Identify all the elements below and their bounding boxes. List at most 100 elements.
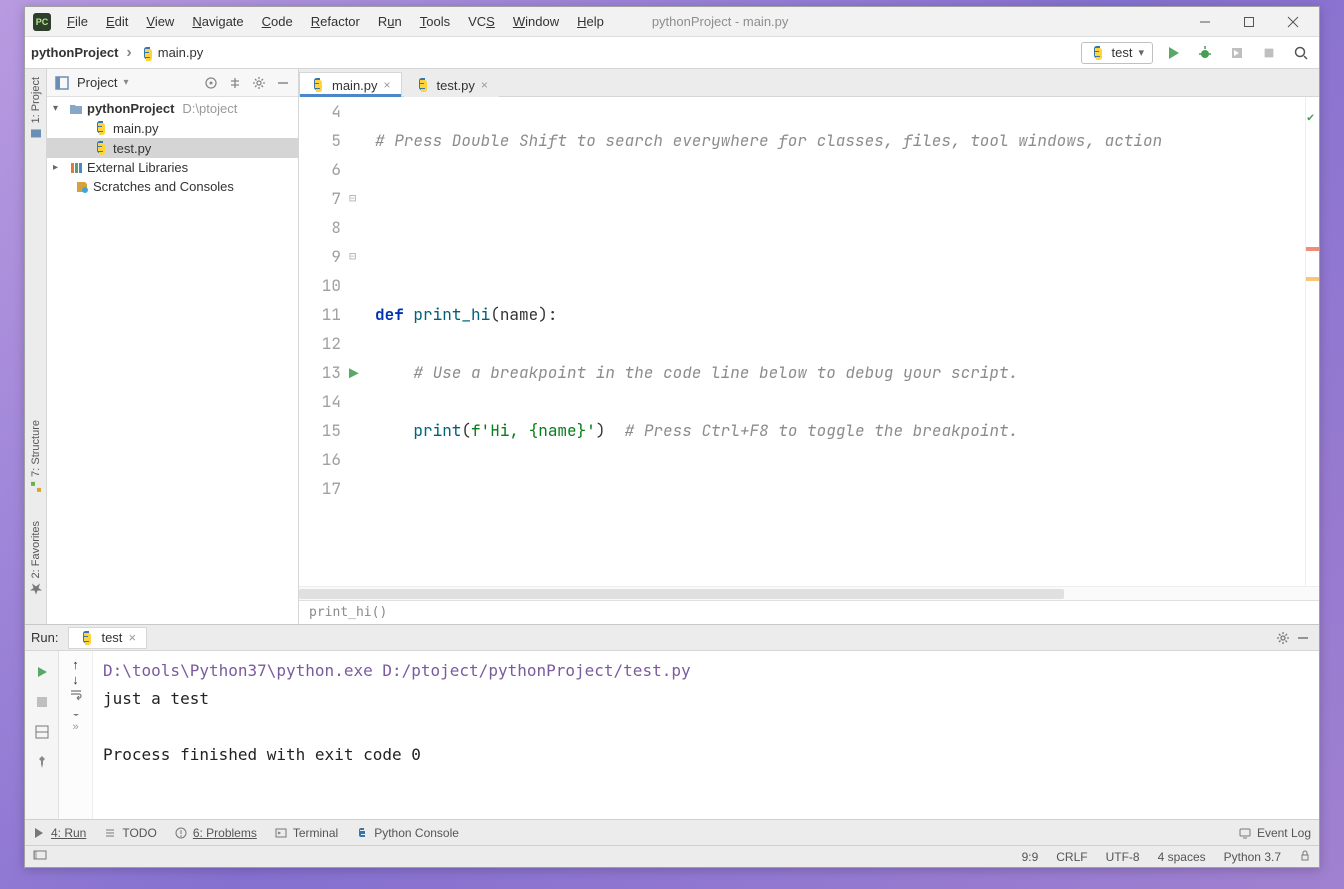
structure-rail-icon xyxy=(30,481,42,493)
select-opened-file-icon[interactable] xyxy=(202,74,220,92)
scroll-to-end-icon[interactable] xyxy=(69,704,83,721)
debug-button[interactable] xyxy=(1193,41,1217,65)
warning-stripe[interactable] xyxy=(1306,277,1319,281)
menu-refactor[interactable]: Refactor xyxy=(303,10,368,33)
run-label: Run: xyxy=(31,630,58,645)
run-output[interactable]: D:\tools\Python37\python.exe D:/ptoject/… xyxy=(93,651,1319,819)
editor-tab-main[interactable]: main.py × xyxy=(299,72,402,97)
editor-tabs: main.py × test.py × xyxy=(299,69,1319,97)
run-button[interactable] xyxy=(1161,41,1185,65)
run-content: ↑ ↓ » D:\tools\Python37\python.exe D:/pt… xyxy=(25,651,1319,819)
rail-structure[interactable]: 7: Structure xyxy=(28,416,44,497)
tree-project-root[interactable]: ▾ pythonProject D:\ptoject xyxy=(47,99,298,118)
lock-icon[interactable] xyxy=(1299,849,1311,864)
toolstrip-problems[interactable]: 6: Problems xyxy=(175,826,257,840)
settings-gear-icon[interactable] xyxy=(250,74,268,92)
inspections-gutter[interactable]: ✔ xyxy=(1305,97,1319,586)
line-number: 9 xyxy=(299,242,341,271)
menu-tools[interactable]: Tools xyxy=(412,10,458,33)
maximize-button[interactable] xyxy=(1227,8,1271,36)
toolstrip-run[interactable]: 4: Run xyxy=(33,826,86,840)
menu-run[interactable]: Run xyxy=(370,10,410,33)
code-content[interactable]: # Press Double Shift to search everywher… xyxy=(373,97,1305,586)
tree-scratches[interactable]: Scratches and Consoles xyxy=(47,177,298,196)
close-button[interactable] xyxy=(1271,8,1315,36)
rail-favorites[interactable]: 2: Favorites xyxy=(28,517,44,598)
chevron-down-icon: ▾ xyxy=(123,77,128,88)
menu-window[interactable]: Window xyxy=(505,10,567,33)
close-tab-icon[interactable]: × xyxy=(128,630,136,645)
hide-panel-icon[interactable] xyxy=(1293,628,1313,648)
run-gutter-icon[interactable]: ▶ xyxy=(349,359,359,388)
window-title: pythonProject - main.py xyxy=(612,14,1183,29)
tree-file-test[interactable]: test.py xyxy=(47,138,298,158)
editor-breadcrumb[interactable]: print_hi() xyxy=(299,600,1319,624)
project-tree[interactable]: ▾ pythonProject D:\ptoject main.py test.… xyxy=(47,97,298,624)
python-file-icon xyxy=(93,140,109,156)
toolstrip-python-console[interactable]: Python Console xyxy=(356,826,459,840)
editor-horizontal-scrollbar[interactable] xyxy=(299,586,1319,600)
desktop: PC File Edit View Navigate Code Refactor… xyxy=(0,0,1344,889)
breadcrumb-file[interactable]: main.py xyxy=(140,45,204,60)
stop-button[interactable] xyxy=(31,691,53,713)
down-stack-icon[interactable]: ↓ xyxy=(72,672,79,687)
minimize-button[interactable] xyxy=(1183,8,1227,36)
menu-view[interactable]: View xyxy=(138,10,182,33)
breadcrumb-project[interactable]: pythonProject xyxy=(31,45,118,60)
tree-file-main[interactable]: main.py xyxy=(47,118,298,138)
python-file-icon xyxy=(140,46,154,60)
run-config-selector[interactable]: test ▾ xyxy=(1081,42,1154,64)
menu-edit[interactable]: Edit xyxy=(98,10,136,33)
rerun-button[interactable] xyxy=(31,661,53,683)
chevron-right-icon xyxy=(124,44,133,62)
close-tab-icon[interactable]: × xyxy=(481,78,488,92)
settings-gear-icon[interactable] xyxy=(1273,628,1293,648)
editor-tab-test[interactable]: test.py × xyxy=(404,72,499,97)
status-interpreter[interactable]: Python 3.7 xyxy=(1224,850,1281,864)
chevron-down-icon: ▾ xyxy=(1138,46,1144,59)
status-indent[interactable]: 4 spaces xyxy=(1158,850,1206,864)
status-encoding[interactable]: UTF-8 xyxy=(1106,850,1140,864)
line-number: 8 xyxy=(299,213,341,242)
folder-icon xyxy=(69,102,83,116)
project-panel-title[interactable]: Project▾ xyxy=(77,75,196,90)
chevron-right-icon: ▸ xyxy=(53,162,65,173)
expand-all-icon[interactable] xyxy=(226,74,244,92)
search-everywhere-button[interactable] xyxy=(1289,41,1313,65)
menu-navigate[interactable]: Navigate xyxy=(184,10,251,33)
main-body: 1: Project 7: Structure 2: Favorites Pro… xyxy=(25,69,1319,624)
menu-vcs[interactable]: VCS xyxy=(460,10,503,33)
fold-icon[interactable]: ⊟ xyxy=(349,184,356,213)
menu-help[interactable]: Help xyxy=(569,10,612,33)
soft-wrap-icon[interactable] xyxy=(69,687,83,704)
pin-button[interactable] xyxy=(31,751,53,773)
status-line-separator[interactable]: CRLF xyxy=(1056,850,1087,864)
editor-area: main.py × test.py × 45678910111213141516… xyxy=(299,69,1319,624)
status-caret-pos[interactable]: 9:9 xyxy=(1022,850,1039,864)
more-icon[interactable]: » xyxy=(72,721,78,733)
toolstrip-terminal[interactable]: Terminal xyxy=(275,826,338,840)
fold-icon[interactable]: ⊟ xyxy=(349,242,356,271)
code-editor[interactable]: 4567891011121314151617 ⊟ ⊟ ▶ # Press Dou… xyxy=(299,97,1319,586)
scratches-icon xyxy=(75,180,89,194)
check-ok-icon: ✔ xyxy=(1307,103,1314,132)
stop-button[interactable] xyxy=(1257,41,1281,65)
toolstrip-event-log[interactable]: Event Log xyxy=(1239,826,1311,840)
hide-panel-icon[interactable] xyxy=(274,74,292,92)
menu-code[interactable]: Code xyxy=(254,10,301,33)
star-icon xyxy=(30,582,42,594)
tree-external-libraries[interactable]: ▸ External Libraries xyxy=(47,158,298,177)
project-view-icon xyxy=(53,74,71,92)
toolwindow-toggle-icon[interactable] xyxy=(33,848,47,865)
warning-stripe[interactable] xyxy=(1306,247,1319,251)
python-icon xyxy=(79,630,95,646)
layout-button[interactable] xyxy=(31,721,53,743)
run-tab-test[interactable]: test × xyxy=(68,627,147,649)
toolstrip-todo[interactable]: TODO xyxy=(104,826,156,840)
up-stack-icon[interactable]: ↑ xyxy=(72,657,79,672)
close-tab-icon[interactable]: × xyxy=(384,78,391,92)
menu-file[interactable]: File xyxy=(59,10,96,33)
run-coverage-button[interactable] xyxy=(1225,41,1249,65)
pycharm-icon: PC xyxy=(33,13,51,31)
rail-project[interactable]: 1: Project xyxy=(28,73,44,143)
